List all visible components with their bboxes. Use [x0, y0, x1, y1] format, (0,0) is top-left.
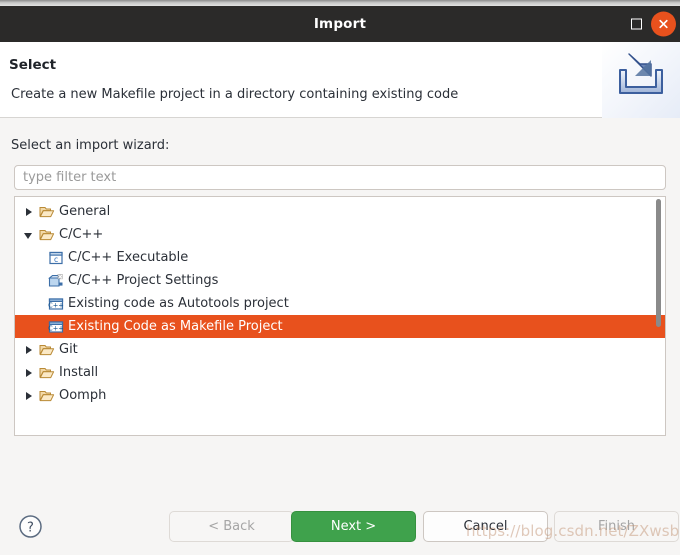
cpp-project-icon: C++: [48, 319, 64, 335]
wizard-header: Select Create a new Makefile project in …: [0, 42, 680, 118]
tree-scrollbar[interactable]: [653, 199, 663, 433]
scrollbar-thumb[interactable]: [656, 199, 661, 327]
tree-item-label: Install: [59, 365, 99, 380]
cpp-project-icon: C++: [48, 296, 64, 312]
folder-icon: [39, 388, 55, 404]
tree-item[interactable]: Install: [15, 361, 665, 384]
folder-icon: [39, 365, 55, 381]
chevron-right-icon[interactable]: [24, 345, 34, 355]
wizard-footer: ? < Back Next > Cancel Finish: [0, 498, 680, 555]
svg-text:?: ?: [27, 521, 34, 536]
tree-item-label: Git: [59, 342, 78, 357]
svg-text:C++: C++: [48, 301, 64, 309]
project-settings-icon: [48, 273, 64, 289]
chevron-right-icon[interactable]: [24, 368, 34, 378]
tree-item[interactable]: C/C++: [15, 223, 665, 246]
tree-item-label: C/C++: [59, 227, 104, 242]
close-icon[interactable]: [651, 11, 676, 37]
select-wizard-label: Select an import wizard:: [11, 138, 170, 153]
svg-text:c: c: [54, 255, 58, 264]
cancel-button[interactable]: Cancel: [423, 511, 548, 542]
tree-item[interactable]: Git: [15, 338, 665, 361]
chevron-right-icon[interactable]: [24, 391, 34, 401]
tree-item[interactable]: C/C++ Project Settings: [15, 269, 665, 292]
wizard-body: Select an import wizard: General C/C++ c C/…: [0, 118, 680, 498]
back-button[interactable]: < Back: [169, 511, 294, 542]
filter-box[interactable]: [14, 165, 666, 190]
window-title: Import: [313, 16, 367, 32]
tree-list: General C/C++ c C/C++ Executable C/C++ Proje…: [15, 200, 665, 407]
folder-icon: [39, 342, 55, 358]
c-file-icon: c: [48, 250, 64, 266]
svg-text:C++: C++: [48, 324, 64, 332]
tree-item-label: C/C++ Project Settings: [68, 273, 219, 288]
import-wizard-icon: [602, 42, 680, 118]
page-title: Select: [9, 57, 57, 73]
import-wizard-tree[interactable]: General C/C++ c C/C++ Executable C/C++ Proje…: [14, 196, 666, 436]
tree-item-label: Existing Code as Makefile Project: [68, 319, 283, 334]
tree-item[interactable]: Oomph: [15, 384, 665, 407]
tree-item[interactable]: c C/C++ Executable: [15, 246, 665, 269]
tree-item-label: General: [59, 204, 111, 219]
next-button[interactable]: Next >: [291, 511, 416, 542]
tree-item[interactable]: C++ Existing code as Autotools project: [15, 292, 665, 315]
folder-icon: [39, 204, 55, 220]
finish-button[interactable]: Finish: [554, 511, 679, 542]
page-description: Create a new Makefile project in a direc…: [11, 87, 459, 102]
search-input[interactable]: [15, 166, 665, 189]
help-icon[interactable]: ?: [18, 514, 43, 539]
tree-item[interactable]: General: [15, 200, 665, 223]
tree-item-label: C/C++ Executable: [68, 250, 189, 265]
tree-item[interactable]: C++ Existing Code as Makefile Project: [15, 315, 665, 338]
title-bar[interactable]: Import: [0, 6, 680, 42]
chevron-right-icon[interactable]: [24, 207, 34, 217]
chevron-down-icon[interactable]: [24, 230, 34, 240]
maximize-icon[interactable]: [631, 18, 642, 30]
tree-item-label: Existing code as Autotools project: [68, 296, 289, 311]
import-wizard-dialog: Import Select Create a new Makefile proj…: [0, 0, 680, 555]
folder-icon: [39, 227, 55, 243]
tree-item-label: Oomph: [59, 388, 107, 403]
